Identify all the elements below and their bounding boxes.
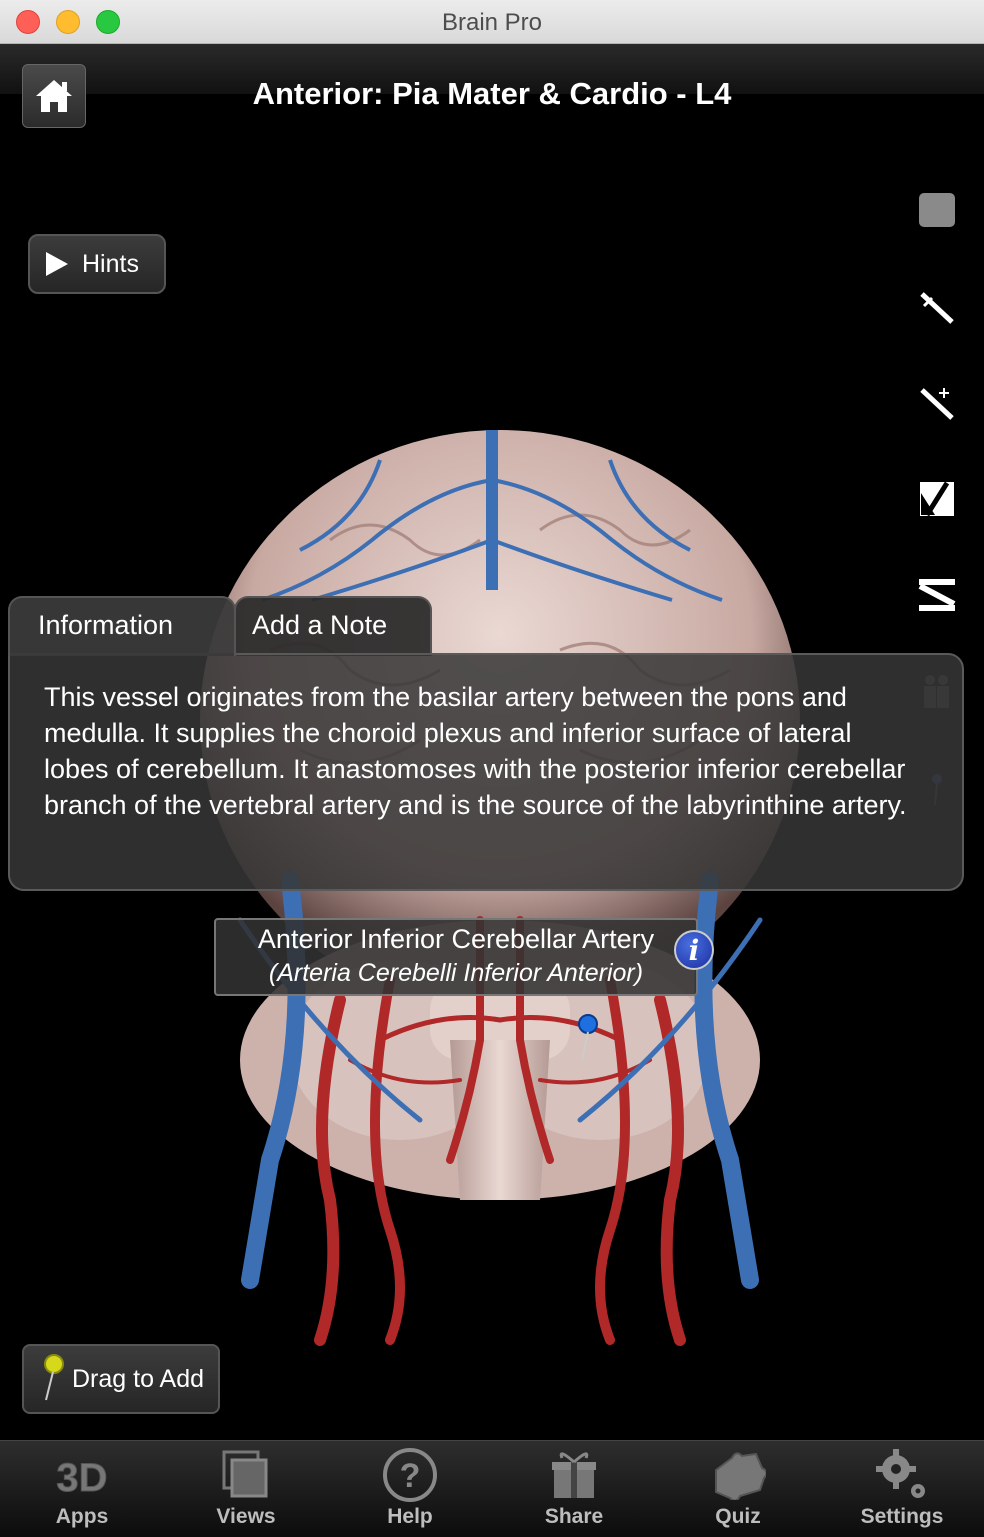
slice-button[interactable] bbox=[918, 576, 956, 614]
structure-latin-name: (Arteria Cerebelli Inferior Anterior) bbox=[268, 959, 644, 987]
tab-settings[interactable]: Settings bbox=[820, 1441, 984, 1537]
scalpel-add-button[interactable] bbox=[918, 384, 956, 422]
help-icon: ? bbox=[383, 1448, 437, 1502]
tab-information[interactable]: Information bbox=[8, 596, 236, 656]
structure-label[interactable]: Anterior Inferior Cerebellar Artery (Art… bbox=[214, 918, 698, 996]
transparency-button[interactable] bbox=[918, 480, 956, 518]
svg-text:?: ? bbox=[400, 1457, 421, 1495]
tab-share[interactable]: Share bbox=[492, 1441, 656, 1537]
information-panel: This vessel originates from the basilar … bbox=[8, 653, 964, 891]
bottom-tab-bar: 3D Apps Views ? Help Share Quiz Settings bbox=[0, 1440, 984, 1537]
hints-label: Hints bbox=[82, 249, 139, 278]
square-icon bbox=[919, 193, 955, 227]
scalpel-remove-button[interactable] bbox=[918, 288, 956, 326]
structure-name: Anterior Inferior Cerebellar Artery bbox=[257, 924, 655, 954]
tab-share-label: Share bbox=[544, 1505, 604, 1528]
info-icon[interactable]: i bbox=[674, 930, 714, 970]
gear-settings-icon bbox=[876, 1449, 925, 1498]
tab-help-label: Help bbox=[387, 1505, 433, 1528]
home-button[interactable] bbox=[22, 64, 86, 128]
3d-apps-icon: 3D bbox=[56, 1456, 108, 1498]
puzzle-quiz-icon bbox=[715, 1452, 766, 1500]
scalpel-minus-icon bbox=[920, 292, 954, 324]
drag-to-add-button[interactable]: Drag to Add bbox=[22, 1344, 220, 1414]
tab-quiz[interactable]: Quiz bbox=[656, 1441, 820, 1537]
page-title: Anterior: Pia Mater & Cardio - L4 bbox=[252, 76, 732, 111]
tab-add-a-note[interactable]: Add a Note bbox=[234, 596, 432, 656]
yellow-pin-icon bbox=[44, 1354, 64, 1401]
tab-quiz-label: Quiz bbox=[715, 1505, 761, 1528]
views-icon bbox=[222, 1450, 268, 1498]
transparency-icon bbox=[920, 481, 954, 517]
tab-apps-label: Apps bbox=[55, 1505, 109, 1528]
gift-share-icon bbox=[552, 1452, 596, 1498]
tab-apps[interactable]: 3D Apps bbox=[0, 1441, 164, 1537]
pin-marker-icon[interactable] bbox=[574, 1014, 604, 1064]
toggle-square-button[interactable] bbox=[918, 191, 956, 229]
home-icon bbox=[36, 80, 72, 112]
slice-plane-icon bbox=[918, 579, 956, 611]
information-text: This vessel originates from the basilar … bbox=[44, 682, 907, 820]
window-titlebar: Brain Pro bbox=[0, 0, 984, 44]
tab-help[interactable]: ? Help bbox=[328, 1441, 492, 1537]
tab-views-label: Views bbox=[216, 1505, 276, 1528]
tab-settings-label: Settings bbox=[860, 1505, 944, 1528]
svg-text:3D: 3D bbox=[56, 1456, 107, 1497]
hints-button[interactable]: Hints bbox=[28, 234, 166, 294]
drag-to-add-label: Drag to Add bbox=[72, 1364, 205, 1393]
play-icon bbox=[46, 252, 68, 276]
scalpel-plus-icon bbox=[920, 388, 954, 420]
tab-views[interactable]: Views bbox=[164, 1441, 328, 1537]
window-title: Brain Pro bbox=[441, 9, 543, 36]
brain-3d-model[interactable] bbox=[180, 420, 820, 1380]
